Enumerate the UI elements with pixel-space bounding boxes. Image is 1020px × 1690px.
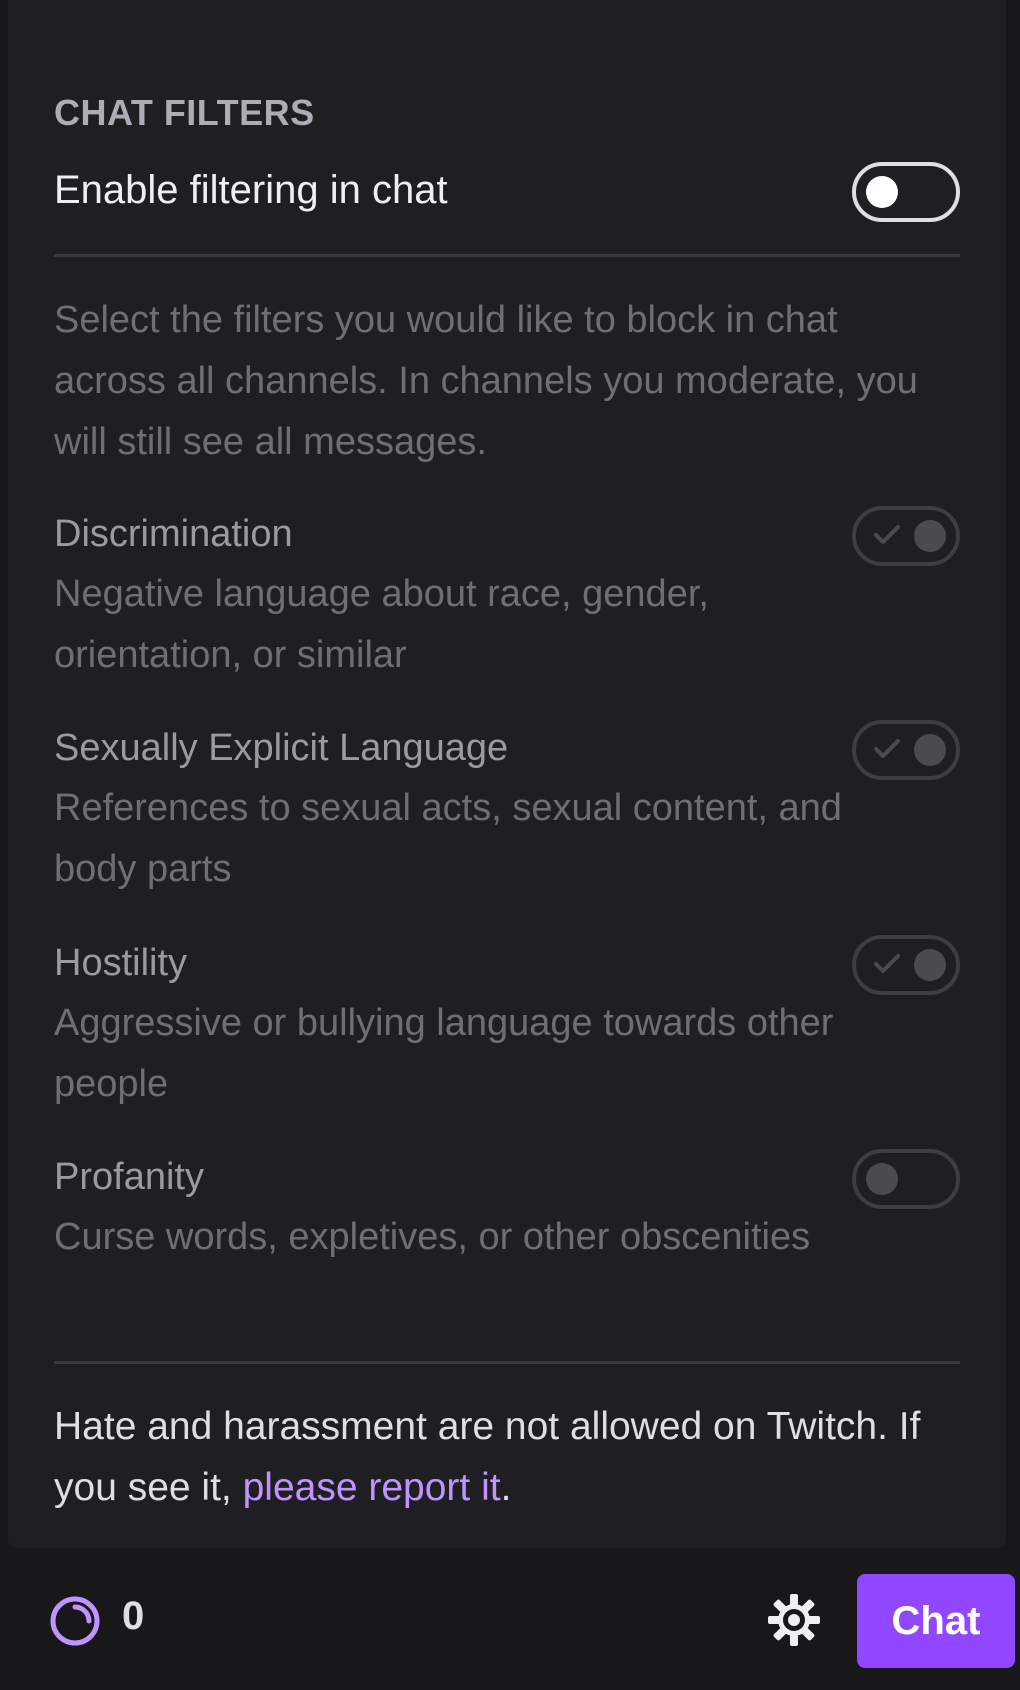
chat-bottom-bar: 0 Chat — [0, 1548, 1020, 1690]
divider — [54, 254, 960, 257]
section-title: CHAT FILTERS — [54, 92, 315, 133]
toggle-knob — [866, 1163, 898, 1195]
filter-description: Negative language about race, gender, or… — [54, 573, 709, 676]
check-icon — [874, 739, 900, 758]
filter-title: Sexually Explicit Language — [54, 727, 509, 769]
toggle-knob — [866, 176, 898, 208]
gear-icon[interactable] — [766, 1592, 822, 1648]
filter-description: References to sexual acts, sexual conten… — [54, 787, 842, 890]
chat-send-button[interactable]: Chat — [857, 1574, 1015, 1668]
enable-filtering-toggle[interactable] — [852, 162, 960, 222]
filter-profanity: Profanity Curse words, expletives, or ot… — [54, 1149, 960, 1329]
divider — [54, 1361, 960, 1364]
filter-title: Hostility — [54, 942, 188, 984]
harassment-note-period: . — [500, 1466, 512, 1509]
filter-title: Discrimination — [54, 513, 293, 555]
channel-points-icon[interactable] — [48, 1594, 102, 1648]
hostility-toggle[interactable] — [852, 935, 960, 995]
channel-points-count: 0 — [122, 1594, 145, 1638]
filter-title: Profanity — [54, 1156, 204, 1198]
discrimination-toggle[interactable] — [852, 506, 960, 566]
enable-filtering-label: Enable filtering in chat — [54, 168, 448, 212]
filter-sexually-explicit-language: Sexually Explicit Language References to… — [54, 720, 960, 900]
sexually-explicit-toggle[interactable] — [852, 720, 960, 780]
filters-intro-text: Select the filters you would like to blo… — [54, 299, 918, 463]
toggle-knob — [914, 734, 946, 766]
filter-hostility: Hostility Aggressive or bullying languag… — [54, 935, 960, 1115]
harassment-note: Hate and harassment are not allowed on T… — [54, 1396, 976, 1518]
filter-description: Curse words, expletives, or other obscen… — [54, 1216, 811, 1258]
report-link[interactable]: please report it — [243, 1466, 501, 1509]
enable-filtering-row[interactable]: Enable filtering in chat — [54, 160, 960, 226]
filter-description: Aggressive or bullying language towards … — [54, 1002, 834, 1105]
toggle-knob — [914, 520, 946, 552]
profanity-toggle[interactable] — [852, 1149, 960, 1209]
check-icon — [874, 954, 900, 973]
chat-filters-panel: CHAT FILTERS Enable filtering in chat Se… — [8, 0, 1006, 1548]
toggle-knob — [914, 949, 946, 981]
check-icon — [874, 525, 900, 544]
filter-discrimination: Discrimination Negative language about r… — [54, 506, 960, 686]
